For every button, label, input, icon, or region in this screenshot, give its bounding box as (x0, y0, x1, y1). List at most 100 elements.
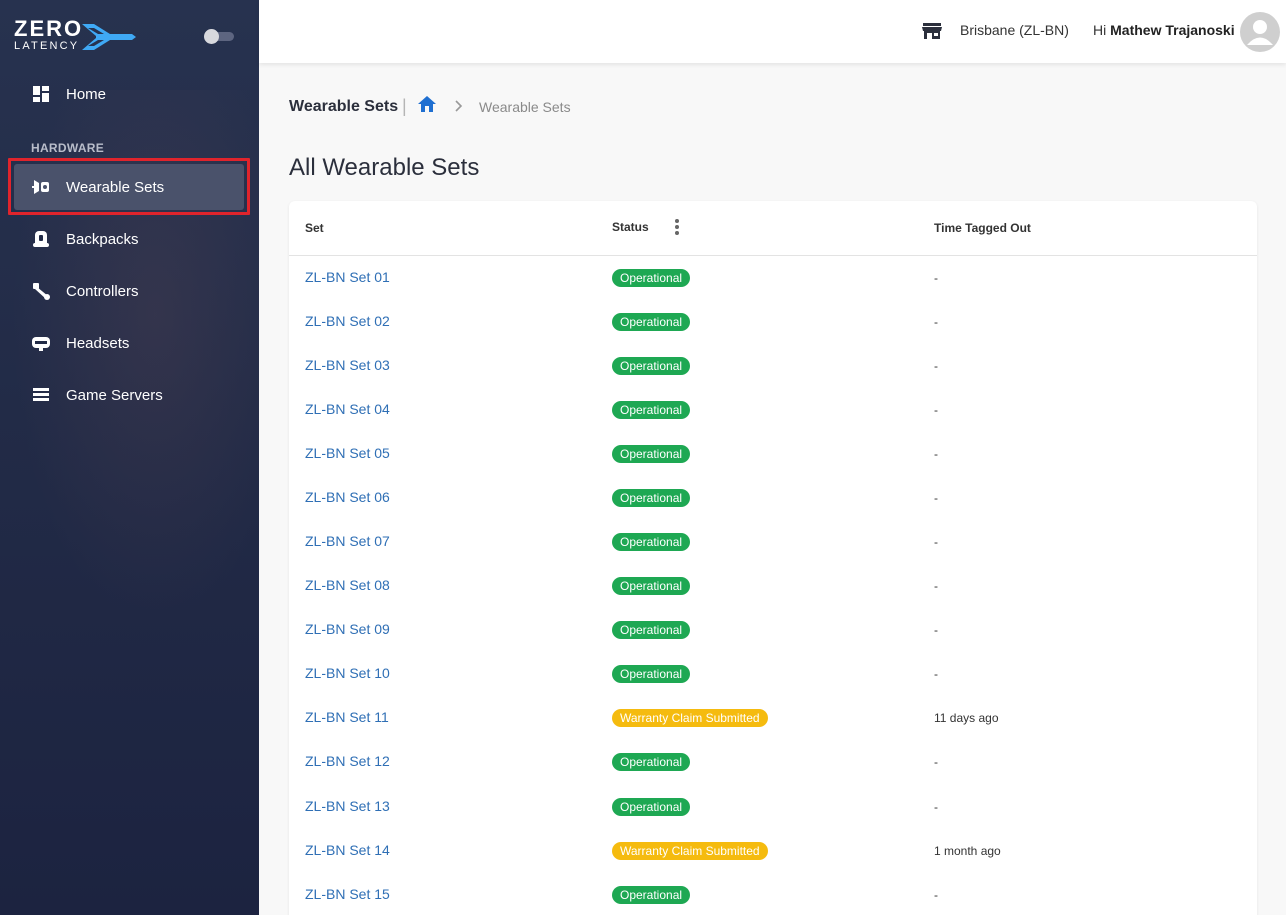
sidebar-item-backpacks[interactable]: Backpacks (14, 216, 244, 262)
breadcrumb-title: Wearable Sets (289, 98, 399, 115)
status-badge: Operational (612, 533, 691, 551)
home-icon[interactable] (417, 95, 437, 118)
time-tagged-out: 1 month ago (934, 844, 1001, 858)
time-tagged-out: - (934, 755, 938, 769)
page-title: All Wearable Sets (289, 154, 480, 181)
table-row: ZL-BN Set 08 Operational - (289, 564, 1257, 608)
column-header-set[interactable]: Set (305, 221, 324, 235)
set-link[interactable]: ZL-BN Set 12 (305, 753, 390, 769)
time-tagged-out: - (934, 888, 938, 902)
table-header: Set Status Time Tagged Out (289, 201, 1257, 256)
time-tagged-out: - (934, 800, 938, 814)
sidebar-item-game-servers[interactable]: Game Servers (14, 372, 244, 418)
time-tagged-out: - (934, 271, 938, 285)
user-name: Mathew Trajanoski (1110, 22, 1235, 38)
table-row: ZL-BN Set 10 Operational - (289, 652, 1257, 696)
status-badge: Operational (612, 798, 691, 816)
time-tagged-out: - (934, 447, 938, 461)
logo-text-zero: ZERO (14, 16, 84, 41)
sidebar-item-home[interactable]: Home (14, 71, 244, 117)
status-badge: Operational (612, 621, 691, 639)
status-badge: Operational (612, 357, 691, 375)
table-row: ZL-BN Set 05 Operational - (289, 432, 1257, 476)
time-tagged-out: - (934, 491, 938, 505)
set-link[interactable]: ZL-BN Set 15 (305, 886, 390, 902)
breadcrumb-separator: | (402, 96, 407, 116)
avatar[interactable] (1240, 12, 1280, 52)
user-icon (1247, 20, 1273, 45)
time-tagged-out: - (934, 315, 938, 329)
status-badge: Operational (612, 401, 691, 419)
table-row: ZL-BN Set 15 Operational - (289, 873, 1257, 915)
sidebar-item-label: Backpacks (66, 230, 139, 248)
set-link[interactable]: ZL-BN Set 07 (305, 533, 390, 549)
user-greeting: Hi Mathew Trajanoski (1093, 22, 1235, 38)
status-badge: Operational (612, 489, 691, 507)
set-link[interactable]: ZL-BN Set 05 (305, 445, 390, 461)
table-row: ZL-BN Set 07 Operational - (289, 520, 1257, 564)
table-row: ZL-BN Set 13 Operational - (289, 785, 1257, 829)
sidebar-item-headsets[interactable]: Headsets (14, 320, 244, 366)
more-vert-icon[interactable] (674, 219, 680, 237)
set-link[interactable]: ZL-BN Set 09 (305, 621, 390, 637)
breadcrumb-current: Wearable Sets (479, 99, 571, 115)
top-header: Brisbane (ZL-BN) Hi Mathew Trajanoski (259, 0, 1286, 63)
set-link[interactable]: ZL-BN Set 08 (305, 577, 390, 593)
set-link[interactable]: ZL-BN Set 02 (305, 313, 390, 329)
status-badge: Operational (612, 313, 691, 331)
status-badge: Operational (612, 445, 691, 463)
set-link[interactable]: ZL-BN Set 13 (305, 798, 390, 814)
theme-toggle[interactable] (204, 29, 234, 44)
headset-icon (31, 333, 51, 353)
wearable-sets-table: Set Status Time Tagged Out ZL-BN Set 01 O… (289, 201, 1257, 915)
logo-text-latency: LATENCY (14, 40, 80, 52)
time-tagged-out: - (934, 623, 938, 637)
time-tagged-out: - (934, 403, 938, 417)
sidebar-item-label: Game Servers (66, 386, 163, 404)
sidebar-item-controllers[interactable]: Controllers (14, 268, 244, 314)
server-icon (31, 385, 51, 405)
column-header-status[interactable]: Status (612, 220, 649, 234)
status-badge: Operational (612, 886, 691, 904)
sidebar-item-label: Headsets (66, 334, 130, 352)
status-badge: Operational (612, 665, 691, 683)
status-badge: Operational (612, 269, 691, 287)
time-tagged-out: 11 days ago (934, 711, 999, 725)
table-row: ZL-BN Set 11 Warranty Claim Submitted 11 d… (289, 696, 1257, 740)
time-tagged-out: - (934, 535, 938, 549)
greeting-prefix: Hi (1093, 22, 1107, 38)
table-row: ZL-BN Set 03 Operational - (289, 344, 1257, 388)
backpack-icon (31, 229, 51, 249)
controller-icon (31, 281, 51, 301)
set-link[interactable]: ZL-BN Set 03 (305, 357, 390, 373)
dashboard-icon (31, 84, 51, 104)
sidebar-item-label: Controllers (66, 282, 139, 300)
chevron-right-icon (453, 99, 465, 118)
section-label-hardware: HARDWARE (31, 141, 105, 155)
logo-jet-icon (82, 24, 136, 50)
location-label[interactable]: Brisbane (ZL-BN) (960, 22, 1069, 38)
column-header-time-tagged-out[interactable]: Time Tagged Out (934, 221, 1031, 235)
time-tagged-out: - (934, 667, 938, 681)
set-link[interactable]: ZL-BN Set 04 (305, 401, 390, 417)
table-row: ZL-BN Set 12 Operational - (289, 740, 1257, 784)
set-link[interactable]: ZL-BN Set 06 (305, 489, 390, 505)
table-row: ZL-BN Set 06 Operational - (289, 476, 1257, 520)
set-link[interactable]: ZL-BN Set 10 (305, 665, 390, 681)
table-row: ZL-BN Set 09 Operational - (289, 608, 1257, 652)
time-tagged-out: - (934, 359, 938, 373)
store-icon[interactable] (922, 21, 942, 46)
status-badge: Warranty Claim Submitted (612, 709, 768, 727)
status-badge: Warranty Claim Submitted (612, 842, 768, 860)
time-tagged-out: - (934, 579, 938, 593)
table-row: ZL-BN Set 01 Operational - (289, 256, 1257, 300)
selection-highlight (8, 158, 250, 215)
sidebar: ZERO LATENCY Home HARDWARE Wearable Sets… (0, 0, 259, 915)
status-badge: Operational (612, 753, 691, 771)
set-link[interactable]: ZL-BN Set 01 (305, 269, 390, 285)
status-badge: Operational (612, 577, 691, 595)
zero-latency-logo[interactable]: ZERO LATENCY (14, 18, 138, 54)
set-link[interactable]: ZL-BN Set 11 (305, 709, 389, 725)
table-row: ZL-BN Set 14 Warranty Claim Submitted 1 mo… (289, 829, 1257, 873)
set-link[interactable]: ZL-BN Set 14 (305, 842, 390, 858)
